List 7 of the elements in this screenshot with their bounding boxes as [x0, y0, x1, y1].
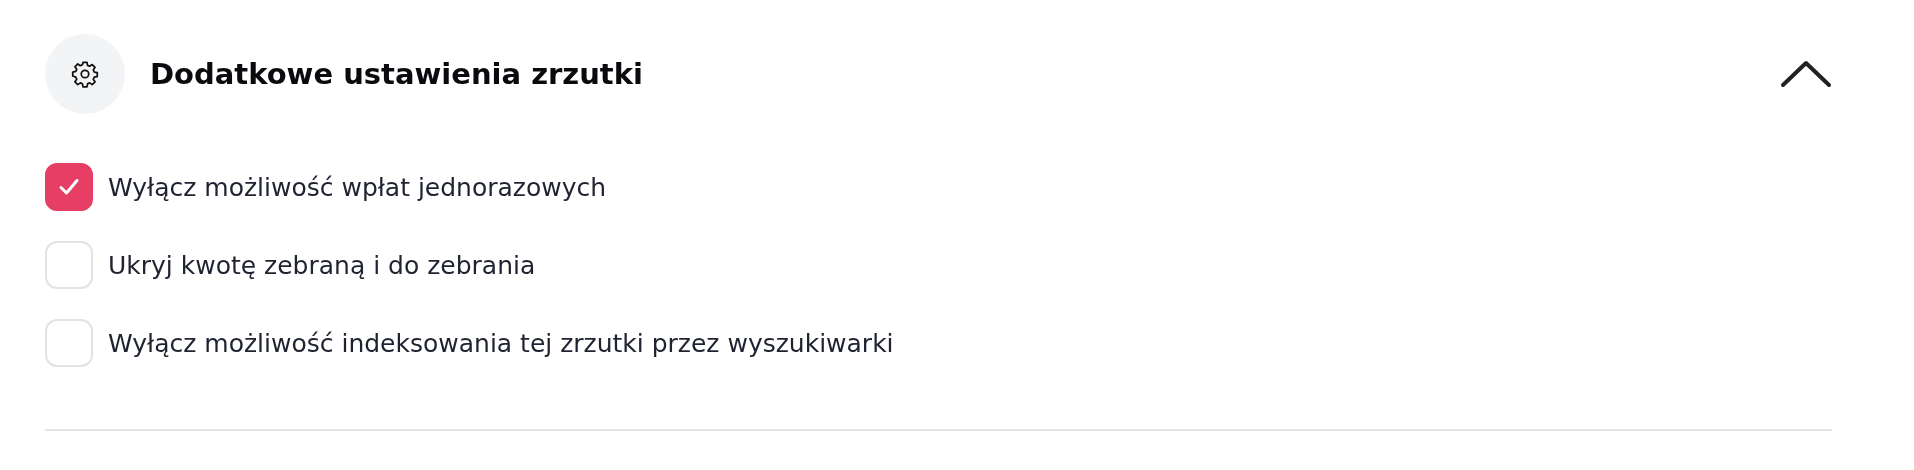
checkbox-label[interactable]: Wyłącz możliwość wpłat jednorazowych — [108, 172, 607, 202]
settings-icon — [71, 60, 99, 88]
checkbox[interactable] — [45, 163, 93, 211]
chevron-up-icon[interactable] — [1780, 60, 1832, 88]
section-title: Dodatkowe ustawienia zrzutki — [150, 57, 644, 91]
checkbox-label[interactable]: Wyłącz możliwość indeksowania tej zrzutki przez wyszukiwarki — [108, 328, 894, 358]
checkbox-label[interactable]: Ukryj kwotę zebraną i do zebrania — [108, 250, 536, 280]
